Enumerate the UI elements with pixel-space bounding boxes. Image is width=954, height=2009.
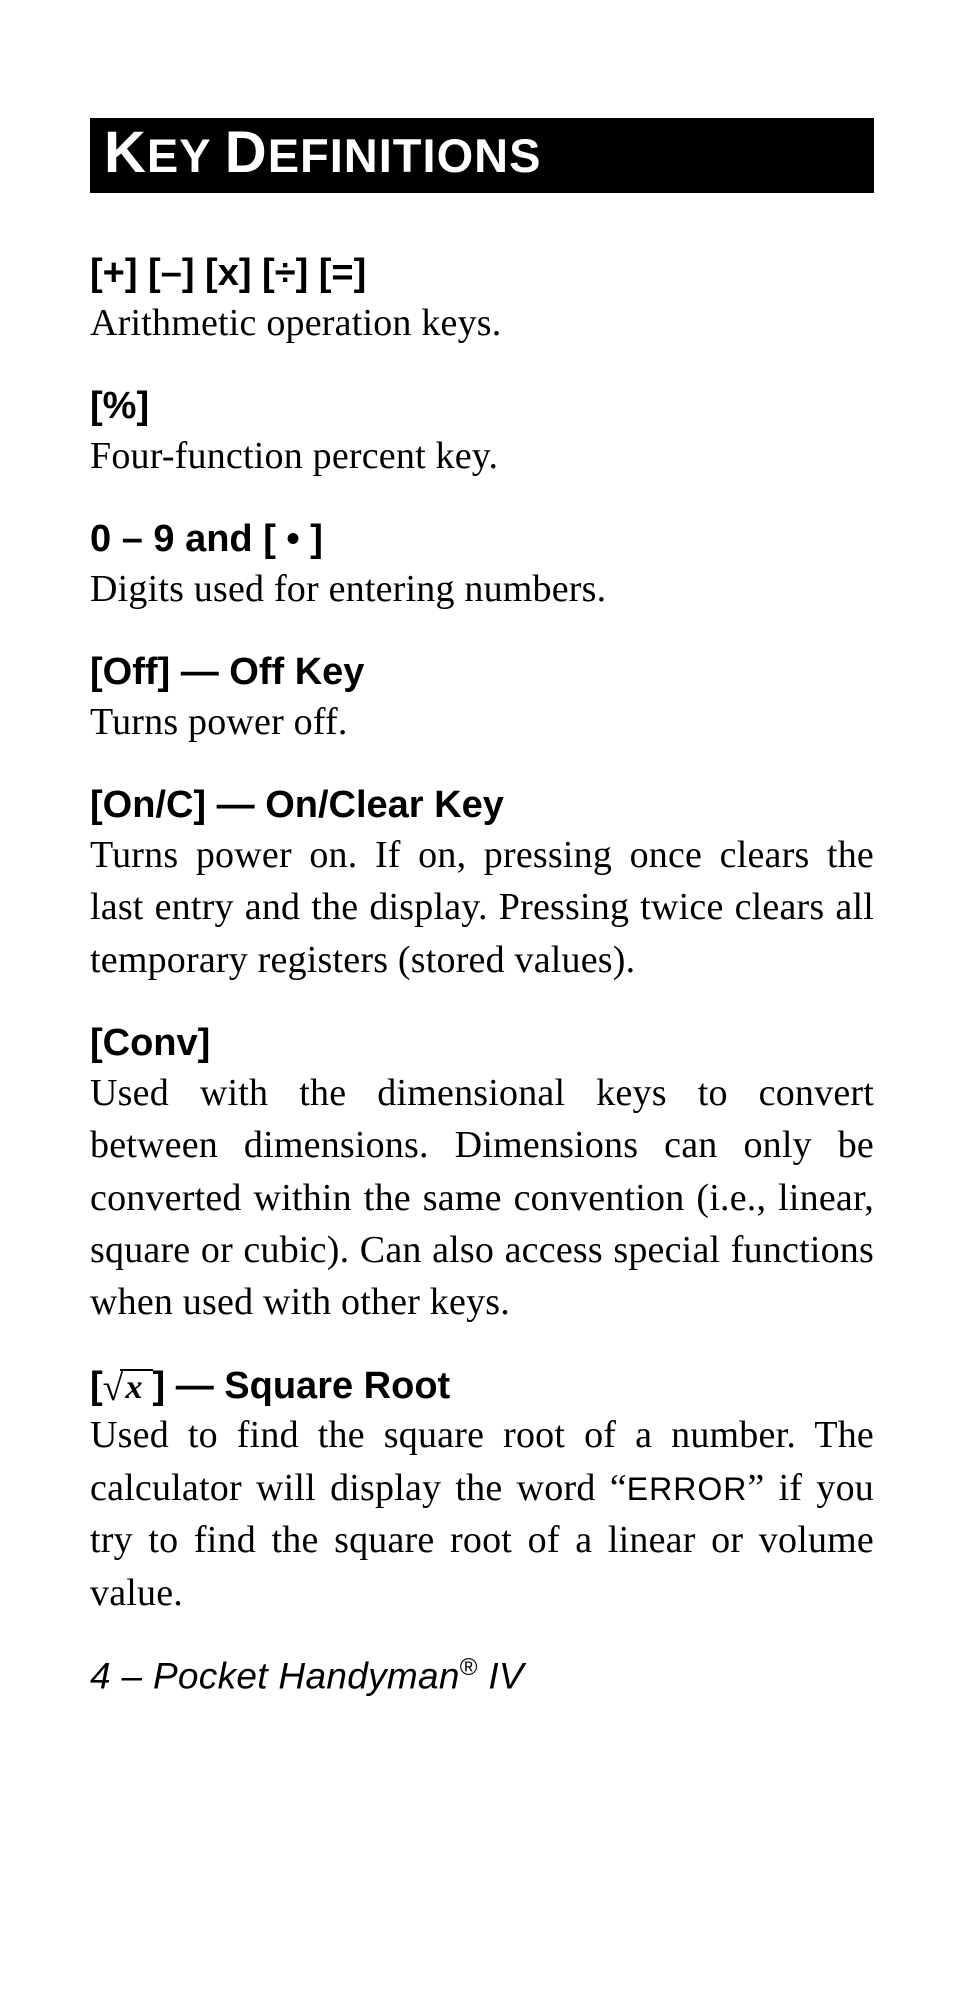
section-title: KEY DEFINITIONS bbox=[104, 129, 541, 182]
error-word: ERROR bbox=[627, 1471, 748, 1507]
definition-term: [Conv] bbox=[90, 1021, 874, 1067]
definition-term: [%] bbox=[90, 384, 874, 430]
section-header: KEY DEFINITIONS bbox=[90, 118, 874, 193]
definition-entry: 0 – 9 and [ • ]Digits used for entering … bbox=[90, 517, 874, 615]
document-page: KEY DEFINITIONS [+] [–] [x] [÷] [=]Arith… bbox=[0, 0, 954, 1787]
footer-page-number: 4 bbox=[90, 1655, 111, 1696]
definition-entry: [√x] — Square RootUsed to find the squar… bbox=[90, 1364, 874, 1619]
definition-description: Four-function percent key. bbox=[90, 430, 874, 482]
definition-entry: [On/C] — On/Clear KeyTurns power on. If … bbox=[90, 783, 874, 986]
definition-term: [√x] — Square Root bbox=[90, 1364, 874, 1410]
definition-description: Turns power off. bbox=[90, 696, 874, 748]
sqrt-symbol: √x bbox=[103, 1364, 153, 1410]
page-footer: 4 – Pocket Handyman® IV bbox=[90, 1654, 874, 1697]
footer-separator: – bbox=[111, 1655, 153, 1696]
definition-description: Digits used for entering numbers. bbox=[90, 563, 874, 615]
definitions-list: [+] [–] [x] [÷] [=]Arithmetic operation … bbox=[90, 251, 874, 1619]
definition-entry: [%]Four-function percent key. bbox=[90, 384, 874, 482]
footer-product-name: Pocket Handyman bbox=[153, 1655, 460, 1696]
definition-description: Used with the dimensional keys to con­ve… bbox=[90, 1067, 874, 1329]
footer-version: IV bbox=[478, 1655, 524, 1696]
definition-term: [Off] — Off Key bbox=[90, 650, 874, 696]
definition-term: [+] [–] [x] [÷] [=] bbox=[90, 251, 874, 297]
definition-entry: [Off] — Off KeyTurns power off. bbox=[90, 650, 874, 748]
radicand: x bbox=[120, 1369, 153, 1405]
definition-description: Used to find the square root of a num­be… bbox=[90, 1409, 874, 1619]
term-suffix: ] — Square Root bbox=[153, 1365, 451, 1407]
definition-term: 0 – 9 and [ • ] bbox=[90, 517, 874, 563]
term-prefix: [ bbox=[90, 1365, 103, 1407]
radical-sign: √ bbox=[103, 1366, 124, 1412]
definition-description: Turns power on. If on, pressing once cle… bbox=[90, 829, 874, 986]
registered-mark: ® bbox=[460, 1654, 478, 1681]
definition-term: [On/C] — On/Clear Key bbox=[90, 783, 874, 829]
definition-description: Arithmetic operation keys. bbox=[90, 297, 874, 349]
definition-entry: [Conv]Used with the dimensional keys to … bbox=[90, 1021, 874, 1329]
definition-entry: [+] [–] [x] [÷] [=]Arithmetic operation … bbox=[90, 251, 874, 349]
